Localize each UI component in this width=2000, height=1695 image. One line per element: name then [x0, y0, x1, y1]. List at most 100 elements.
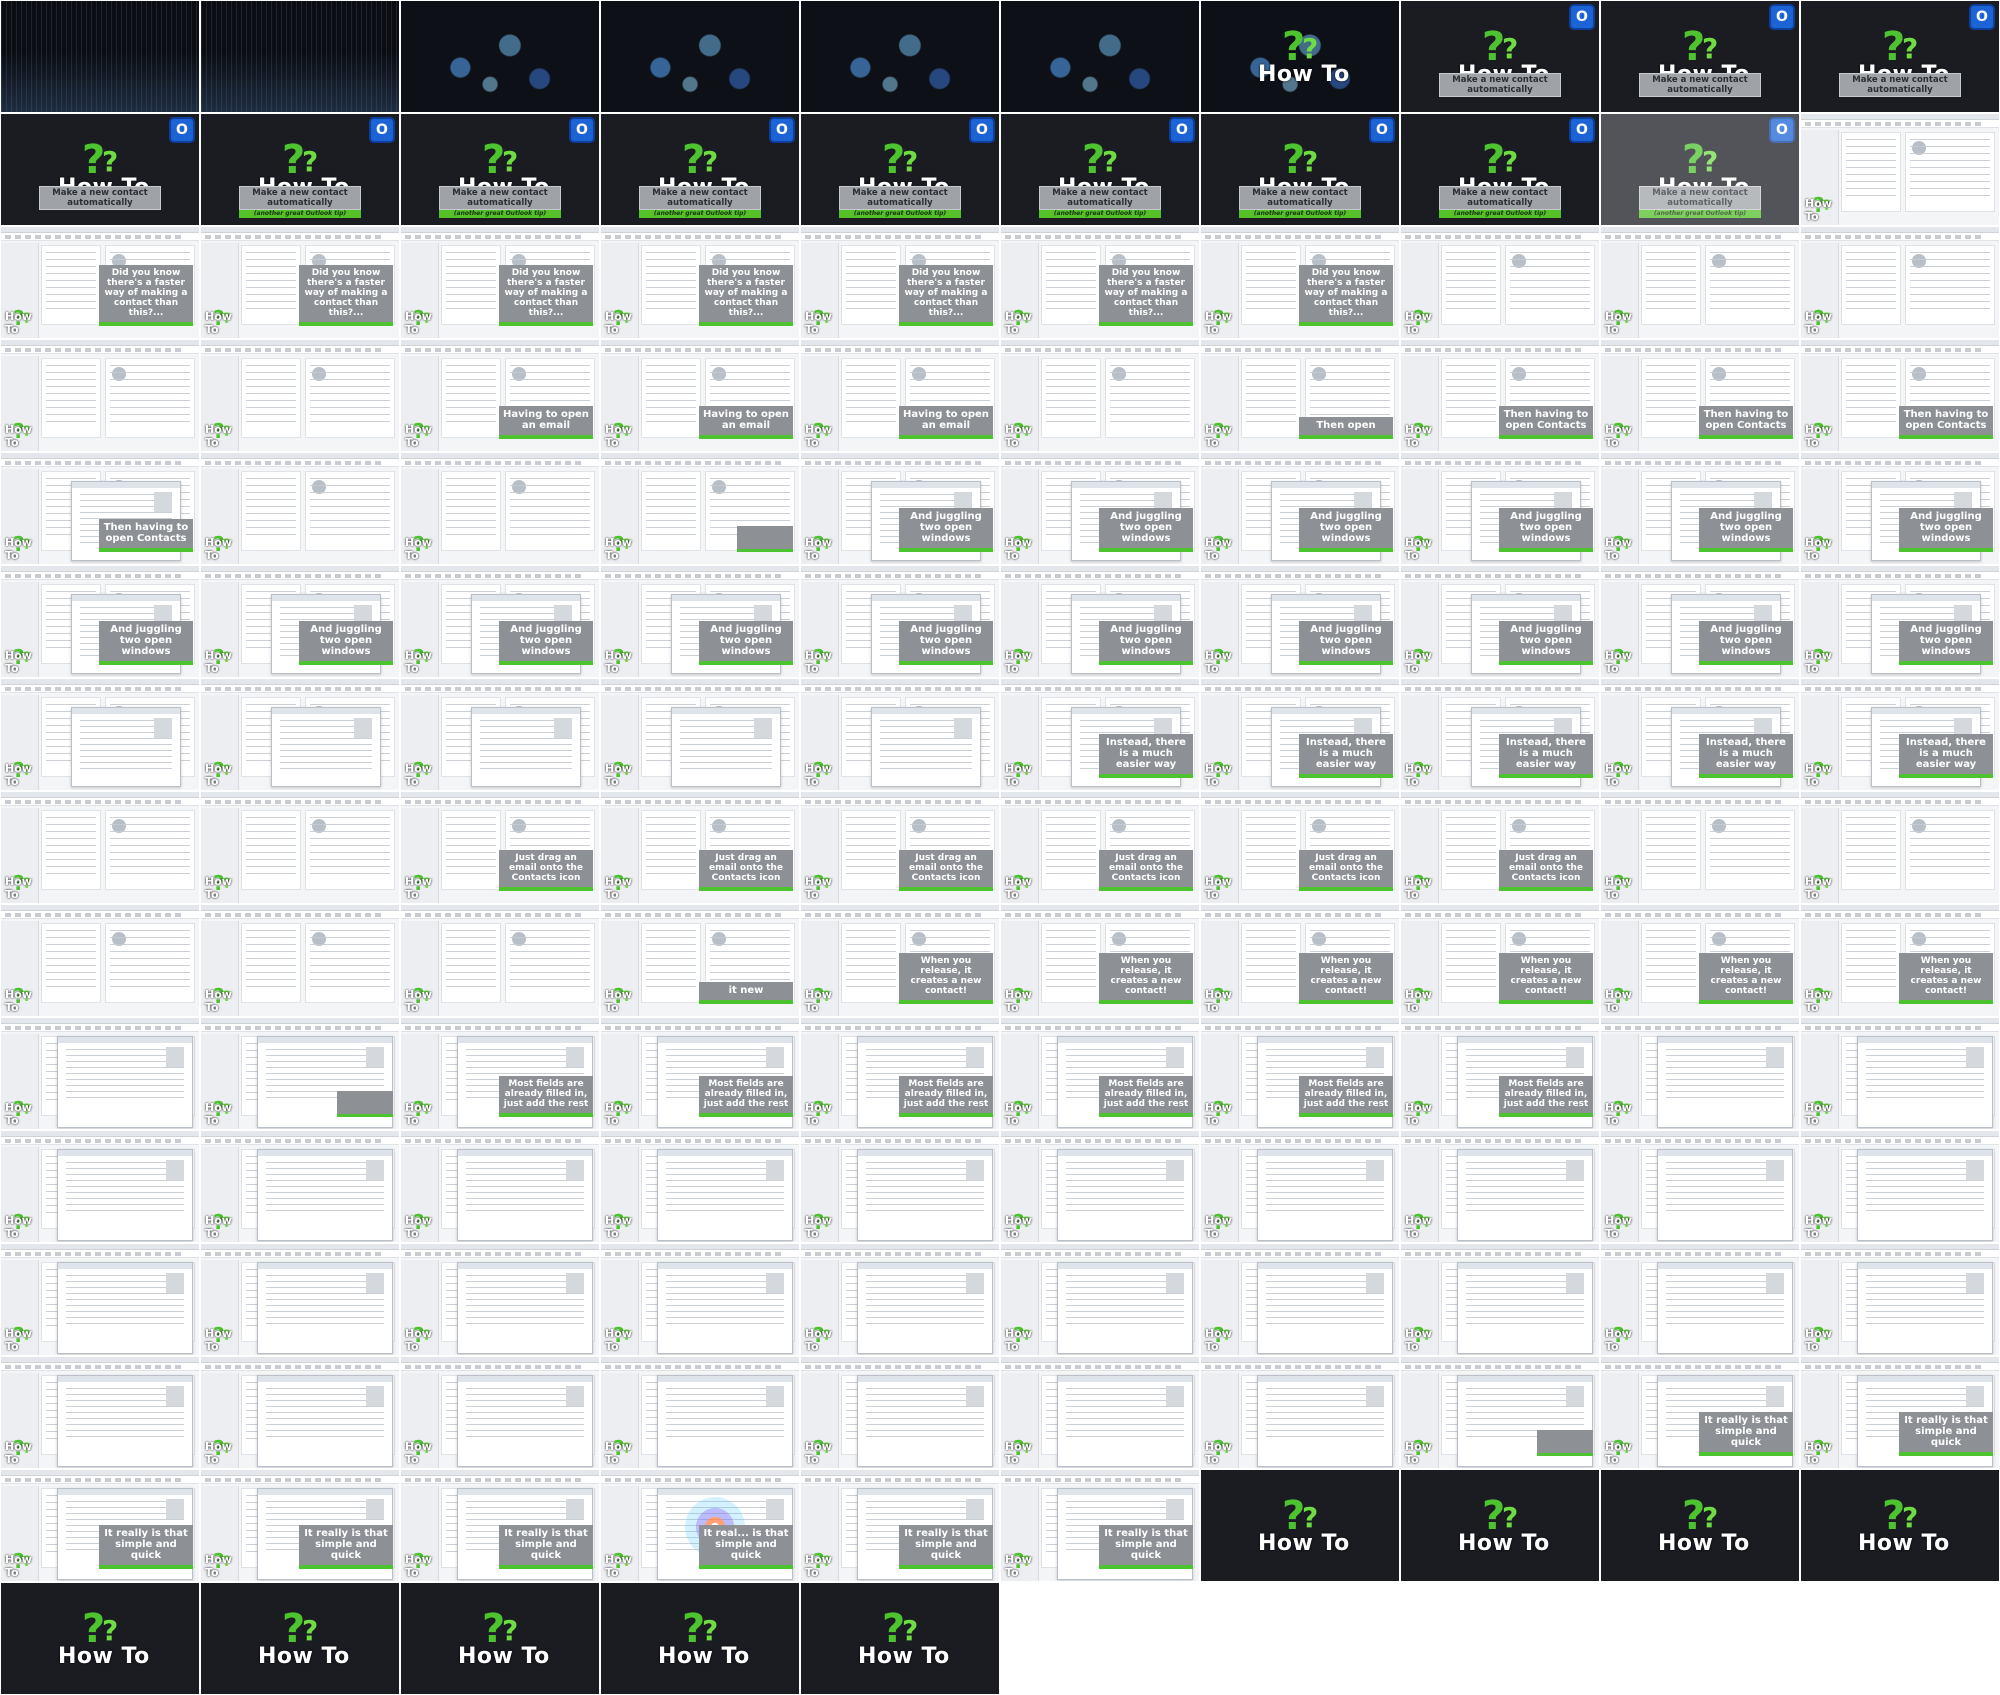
- how-to-text: How To: [5, 1327, 32, 1353]
- storyboard-frame: [1201, 1583, 1399, 1694]
- storyboard-frame: ?? How To: [1601, 227, 1799, 338]
- how-to-logo: ??How To: [5, 760, 49, 788]
- message-list: [1241, 923, 1301, 1003]
- storyboard-frame: ?? How To: [1, 1357, 199, 1468]
- ribbon-buttons: [205, 800, 384, 804]
- outlook-letter: O: [376, 122, 388, 138]
- contact-window: [457, 1149, 593, 1241]
- how-to-logo: ??How To: [205, 760, 249, 788]
- contact-photo: [1766, 1160, 1784, 1180]
- window-titlebar: [1072, 482, 1180, 488]
- window-titlebar: [72, 482, 180, 488]
- ribbon-buttons: [405, 1478, 584, 1482]
- how-to-text: How To: [605, 1214, 632, 1240]
- how-to-text: How To: [1805, 649, 1832, 675]
- how-to-logo: ??How To: [205, 421, 249, 449]
- message-list: [1241, 245, 1301, 325]
- ribbon-buttons: [605, 1139, 784, 1143]
- caption-box: It really is that simple and quick: [499, 1525, 593, 1569]
- caption-box: Most fields are already filled in, just …: [499, 1076, 593, 1117]
- how-to-logo: ??How To: [1205, 1212, 1249, 1240]
- ribbon-buttons: [1005, 1365, 1184, 1369]
- ribbon-buttons: [5, 687, 184, 691]
- how-to-text: How To: [205, 1214, 232, 1240]
- ribbon-buttons: [1805, 687, 1984, 691]
- storyboard-frame: ?? How To: [1601, 1131, 1799, 1242]
- storyboard-frame: ?? How To: [1801, 792, 1999, 903]
- how-to-text: How To: [805, 1327, 832, 1353]
- reading-pane: [305, 923, 395, 1003]
- how-to-logo: ??How To: [1205, 1438, 1249, 1466]
- how-to-text: How To: [1605, 1214, 1632, 1240]
- caption-box: It real... is that simple and quick: [699, 1525, 793, 1569]
- caption-box: And juggling two open windows: [1899, 508, 1993, 552]
- grid-floor: [201, 1, 399, 112]
- window-titlebar: [1258, 1263, 1392, 1269]
- contact-window: [257, 1149, 393, 1241]
- window-titlebar: [1058, 1150, 1192, 1156]
- message-lines: [246, 817, 296, 877]
- message-lines: [846, 817, 896, 877]
- storyboard-frame: And juggling two open windows ?? How To: [1601, 453, 1799, 564]
- message-list: [1841, 923, 1901, 1003]
- ribbon-buttons: [1805, 574, 1984, 578]
- reading-lines: [1110, 365, 1190, 425]
- how-to-text: How To: [1805, 1214, 1832, 1240]
- ribbon-buttons: [1005, 235, 1184, 239]
- contact-window: [1257, 1149, 1393, 1241]
- contact-photo: [1766, 1273, 1784, 1293]
- storyboard-frame: ?? How To: [401, 1357, 599, 1468]
- message-lines: [446, 930, 496, 990]
- how-to-text: How To: [1605, 1440, 1632, 1466]
- storyboard-frame: ?? How To: [401, 905, 599, 1016]
- how-to-text: How To: [1605, 988, 1632, 1014]
- window-titlebar: [1258, 1150, 1392, 1156]
- how-to-text: How To: [205, 875, 232, 901]
- storyboard-frame: And juggling two open windows ?? How To: [1201, 566, 1399, 677]
- contact-window: [1857, 1149, 1993, 1241]
- window-titlebar: [658, 1263, 792, 1269]
- ribbon-buttons: [1205, 574, 1384, 578]
- window-titlebar: [58, 1150, 192, 1156]
- ribbon-buttons: [1805, 348, 1984, 352]
- ribbon-buttons: [1805, 1139, 1984, 1143]
- outlook-icon: O: [1769, 117, 1795, 143]
- subtitle-bar: Make a new contact automatically: [1839, 73, 1961, 97]
- how-to-text: How To: [1605, 875, 1632, 901]
- how-to-text: How To: [1605, 423, 1632, 449]
- caption-box: And juggling two open windows: [1699, 621, 1793, 665]
- storyboard-frame: ?? How To: [601, 1244, 799, 1355]
- ribbon-buttons: [5, 1252, 184, 1256]
- outlook-icon: O: [1169, 117, 1195, 143]
- question-mark-icon: ?: [1102, 144, 1119, 178]
- storyboard-frame: And juggling two open windows ?? How To: [601, 566, 799, 677]
- how-to-text: How To: [605, 1327, 632, 1353]
- contact-photo: [966, 1386, 984, 1406]
- storyboard-frame: ?? How To: [201, 792, 399, 903]
- how-to-logo: ??How To: [405, 1099, 449, 1127]
- message-list: [1641, 358, 1701, 438]
- storyboard-frame: ??How ToMake a new contact automatically…: [1401, 1, 1599, 112]
- storyboard-frame: When you release, it creates a new conta…: [1401, 905, 1599, 1016]
- window-titlebar: [1672, 708, 1780, 714]
- how-to-logo: ??How To: [1805, 760, 1849, 788]
- how-to-logo: ??How To: [1605, 421, 1649, 449]
- message-list: [1041, 245, 1101, 325]
- storyboard-frame: ?? How To: [601, 1357, 799, 1468]
- message-lines: [1046, 817, 1096, 877]
- how-to-text: How To: [1858, 1530, 1950, 1556]
- storyboard-frame: [401, 1, 599, 112]
- contact-photo: [1166, 1273, 1184, 1293]
- storyboard-frame: When you release, it creates a new conta…: [1801, 905, 1999, 1016]
- contact-photo: [966, 1160, 984, 1180]
- how-to-logo: ??How To: [1405, 760, 1449, 788]
- ribbon-buttons: [5, 574, 184, 578]
- particle-burst: [1001, 1, 1199, 112]
- window-titlebar: [1072, 595, 1180, 601]
- how-to-logo: ??How To: [1405, 1438, 1449, 1466]
- storyboard-frame: And juggling two open windows ?? How To: [1601, 566, 1799, 677]
- message-list: [841, 245, 901, 325]
- message-lines: [1846, 365, 1896, 425]
- storyboard-frame: Did you know there's a faster way of mak…: [801, 227, 999, 338]
- how-to-text: How To: [1405, 310, 1432, 336]
